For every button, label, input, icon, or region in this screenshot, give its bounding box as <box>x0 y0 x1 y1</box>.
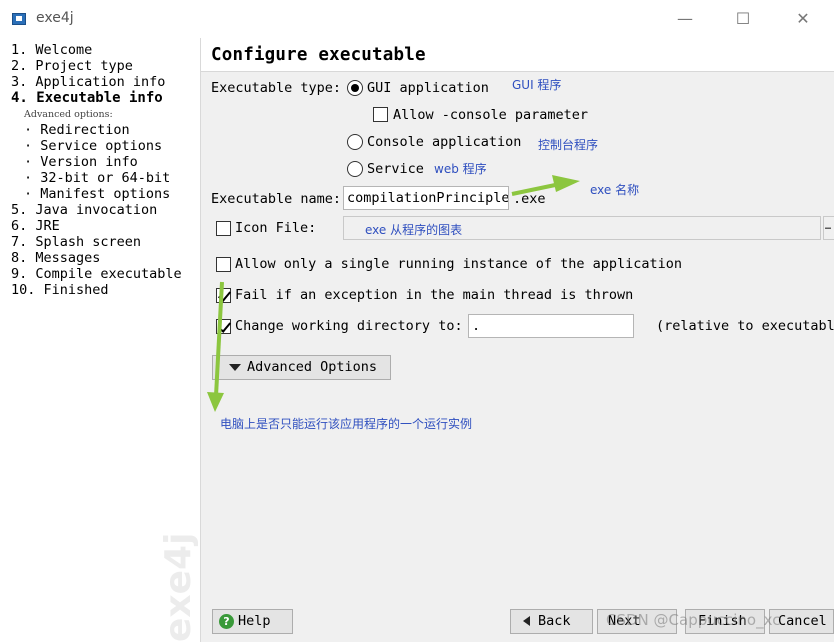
exe-extension-label: .exe <box>513 191 546 207</box>
chevron-left-icon <box>523 616 530 626</box>
annotation-gui: GUI 程序 <box>512 78 562 92</box>
close-icon[interactable]: ✕ <box>774 0 832 38</box>
step-version-info[interactable]: · Version info <box>24 154 138 170</box>
help-label: Help <box>238 613 271 629</box>
advanced-options-button[interactable]: Advanced Options <box>212 355 391 380</box>
csdn-watermark: CSDN @Cappuccino_xc <box>606 611 781 629</box>
chevron-down-icon <box>229 363 241 371</box>
window-title: exe4j <box>36 10 74 26</box>
step-redirection[interactable]: · Redirection <box>24 122 130 138</box>
step-project-type[interactable]: 2. Project type <box>11 58 133 74</box>
step-application-info[interactable]: 3. Application info <box>11 74 165 90</box>
step-java-invocation[interactable]: 5. Java invocation <box>11 202 157 218</box>
gui-application-radio[interactable] <box>347 80 363 96</box>
main-panel: Configure executable Executable type: GU… <box>201 38 834 642</box>
step-welcome[interactable]: 1. Welcome <box>11 42 92 58</box>
executable-name-label: Executable name: <box>211 191 342 207</box>
step-messages[interactable]: 8. Messages <box>11 250 100 266</box>
executable-name-input[interactable]: compilationPrinciple <box>343 186 509 210</box>
annotation-exe-name: exe 名称 <box>590 183 640 197</box>
service-radio[interactable] <box>347 161 363 177</box>
step-compile-executable[interactable]: 9. Compile executable <box>11 266 182 282</box>
help-icon: ? <box>219 613 234 629</box>
step-manifest-options[interactable]: · Manifest options <box>24 186 170 202</box>
console-application-label[interactable]: Console application <box>367 134 521 150</box>
change-dir-label[interactable]: Change working directory to: <box>235 318 463 334</box>
working-directory-input[interactable]: . <box>468 314 634 338</box>
page-title: Configure executable <box>211 45 426 65</box>
icon-file-checkbox[interactable] <box>216 221 231 236</box>
step-32-or-64-bit[interactable]: · 32-bit or 64-bit <box>24 170 170 186</box>
console-application-radio[interactable] <box>347 134 363 150</box>
step-executable-info[interactable]: 4. Executable info <box>11 90 163 106</box>
exe4j-watermark-text: exe4j <box>158 533 199 642</box>
wizard-steps-sidebar: 1. Welcome 2. Project type 3. Applicatio… <box>0 38 201 642</box>
exe4j-app-icon <box>12 13 26 25</box>
step-service-options[interactable]: · Service options <box>24 138 162 154</box>
step-finished[interactable]: 10. Finished <box>11 282 109 298</box>
cancel-label: Cancel <box>778 613 827 629</box>
service-label[interactable]: Service <box>367 161 424 177</box>
minimize-icon[interactable]: — <box>656 0 714 38</box>
single-instance-checkbox[interactable] <box>216 257 231 272</box>
exe4j-watermark-logo: exe4j <box>158 533 199 642</box>
back-button[interactable]: Back <box>510 609 593 634</box>
fail-exception-label[interactable]: Fail if an exception in the main thread … <box>235 287 633 303</box>
advanced-options-heading: Advanced options: <box>24 109 113 120</box>
annotation-single-instance: 电脑上是否只能运行该应用程序的一个运行实例 <box>220 417 473 431</box>
annotation-console: 控制台程序 <box>538 138 599 152</box>
annotation-icon: exe 从程序的图表 <box>365 223 463 237</box>
executable-type-label: Executable type: <box>211 80 342 96</box>
allow-console-checkbox[interactable] <box>373 107 388 122</box>
allow-console-label[interactable]: Allow -console parameter <box>393 107 588 123</box>
maximize-icon[interactable]: ☐ <box>714 0 772 38</box>
step-jre[interactable]: 6. JRE <box>11 218 60 234</box>
icon-browse-button: … <box>823 216 834 240</box>
advanced-options-label: Advanced Options <box>247 359 378 375</box>
page-header: Configure executable <box>201 38 834 72</box>
icon-file-label[interactable]: Icon File: <box>235 220 316 236</box>
back-label: Back <box>538 613 571 629</box>
change-dir-checkbox[interactable] <box>216 319 231 334</box>
gui-application-label[interactable]: GUI application <box>367 80 489 96</box>
fail-exception-checkbox[interactable] <box>216 288 231 303</box>
title-bar: exe4j — ☐ ✕ <box>0 0 834 38</box>
help-button[interactable]: ? Help <box>212 609 293 634</box>
relative-note: (relative to executable <box>656 318 834 334</box>
step-splash-screen[interactable]: 7. Splash screen <box>11 234 141 250</box>
annotation-service: web 程序 <box>434 162 487 176</box>
single-instance-label[interactable]: Allow only a single running instance of … <box>235 256 682 272</box>
